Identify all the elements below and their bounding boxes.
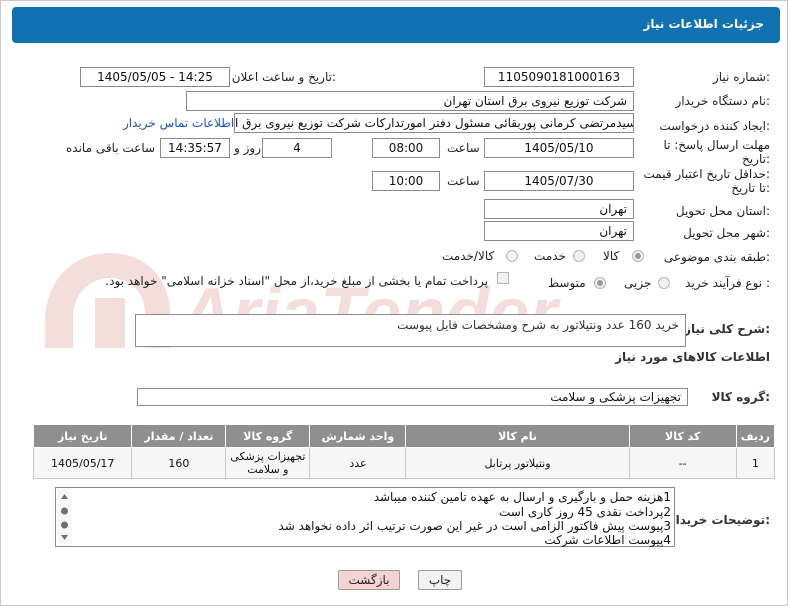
notes-scrollbar[interactable] <box>57 489 72 545</box>
goods-group-label: گروه کالا: <box>711 390 770 404</box>
col-row-number: ردیف <box>735 424 776 448</box>
remaining-label: ساعت باقی مانده <box>66 141 156 155</box>
price-time-label: ساعت <box>447 174 480 188</box>
province-label: استان محل تحویل: <box>675 204 770 218</box>
notes-line: 1هزینه حمل و بارگیری و ارسال به عهده تام… <box>373 490 671 504</box>
remaining-time-field: 14:35:57 <box>160 138 230 158</box>
process-label: نوع فرآیند خرید : <box>685 276 770 290</box>
process-option-minor: جزیی <box>624 276 652 290</box>
deadline-label-2: تاریخ: <box>742 152 770 166</box>
goods-section-title: اطلاعات کالاهای مورد نیاز <box>615 350 770 364</box>
col-unit: واحد شمارش <box>309 424 407 448</box>
cell-item-name: ونتیلاتور پرتابل <box>405 447 630 479</box>
need-number-field: 1105090181000163 <box>484 67 634 87</box>
cell-item-code: -- <box>628 447 737 479</box>
process-radio-medium[interactable] <box>594 277 606 289</box>
category-radio-service[interactable] <box>573 250 585 262</box>
col-item-code: کد کالا <box>628 424 737 448</box>
price-validity-label-2: تا تاریخ: <box>731 181 770 195</box>
province-field: تهران <box>484 199 634 219</box>
cell-quantity: 160 <box>131 447 227 479</box>
creator-field: سیدمرتضی کرمانی پوربقائی مسئول دفتر امور… <box>234 113 634 133</box>
days-field: 4 <box>262 138 332 158</box>
process-option-medium: متوسط <box>548 276 586 290</box>
col-quantity: تعداد / مقدار <box>131 424 227 448</box>
notes-line: 4پیوست اطلاعات شرکت <box>544 533 671 547</box>
need-number-label: شماره نیاز: <box>712 70 770 84</box>
category-label: طبقه بندی موضوعی: <box>663 250 770 264</box>
price-date-field: 1405/07/30 <box>484 171 634 191</box>
cell-item-group: تجهیزات پزشکی و سلامت <box>225 447 311 479</box>
page-title: جزئیات اطلاعات نیاز <box>643 17 764 31</box>
description-field: خرید 160 عدد ونتیلاتور به شرح ومشخصات فا… <box>135 314 686 347</box>
deadline-label: مهلت ارسال پاسخ: تا <box>663 138 770 152</box>
buyer-notes-textarea[interactable]: 1هزینه حمل و بارگیری و ارسال به عهده تام… <box>55 487 675 547</box>
category-radio-goods[interactable] <box>632 250 644 262</box>
deadline-time-label: ساعت <box>447 141 480 155</box>
price-validity-label: حداقل تاریخ اعتبار قیمت: <box>643 167 770 181</box>
category-radio-both[interactable] <box>506 250 518 262</box>
buyer-notes-label: توضیحات خریدار: <box>668 513 770 527</box>
payment-note: پرداخت تمام یا بخشی از مبلغ خرید،از محل … <box>105 274 488 288</box>
goods-table: ردیف کد کالا نام کالا واحد شمارش گروه کا… <box>32 424 776 479</box>
print-button[interactable]: چاپ <box>418 570 462 590</box>
days-label: روز و <box>234 141 261 155</box>
notes-line: 3پیوست پیش فاکتور الزامی است در غیر این … <box>278 519 671 533</box>
creator-label: ایجاد کننده درخواست: <box>659 119 770 133</box>
announce-field: 1405/05/05 - 14:25 <box>80 67 230 87</box>
price-time-field: 10:00 <box>372 171 440 191</box>
deadline-date-field: 1405/05/10 <box>484 138 634 158</box>
col-item-group: گروه کالا <box>225 424 311 448</box>
scroll-arrows-icon <box>61 494 68 540</box>
process-radio-minor[interactable] <box>658 277 670 289</box>
notes-line: 2پرداخت نقدی 45 روز کاری است <box>498 505 671 519</box>
col-item-name: نام کالا <box>405 424 630 448</box>
cell-unit: عدد <box>309 447 407 479</box>
col-need-date: تاریخ نیاز <box>32 424 133 448</box>
back-button[interactable]: بازگشت <box>338 570 400 590</box>
buyer-org-field: شرکت توزیع نیروی برق استان تهران <box>186 91 634 111</box>
category-option-goods: کالا <box>603 249 620 263</box>
city-label: شهر محل تحویل: <box>683 226 770 240</box>
cell-row-number: 1 <box>735 447 776 479</box>
contact-info-link[interactable]: اطلاعات تماس خریدار <box>123 116 234 130</box>
treasury-checkbox[interactable] <box>497 272 509 284</box>
table-row: 1 -- ونتیلاتور پرتابل عدد تجهیزات پزشکی … <box>32 447 776 479</box>
goods-table-header: ردیف کد کالا نام کالا واحد شمارش گروه کا… <box>32 424 776 448</box>
category-option-both: کالا/خدمت <box>442 249 495 263</box>
deadline-time-field: 08:00 <box>372 138 440 158</box>
category-option-service: خدمت <box>534 249 566 263</box>
city-field: تهران <box>484 221 634 241</box>
goods-group-field: تجهیزات پزشکی و سلامت <box>137 388 688 406</box>
page-header: جزئیات اطلاعات نیاز <box>12 7 780 43</box>
description-label: شرح کلی نیاز: <box>684 322 770 336</box>
cell-need-date: 1405/05/17 <box>32 447 133 479</box>
buyer-org-label: نام دستگاه خریدار: <box>675 94 771 108</box>
